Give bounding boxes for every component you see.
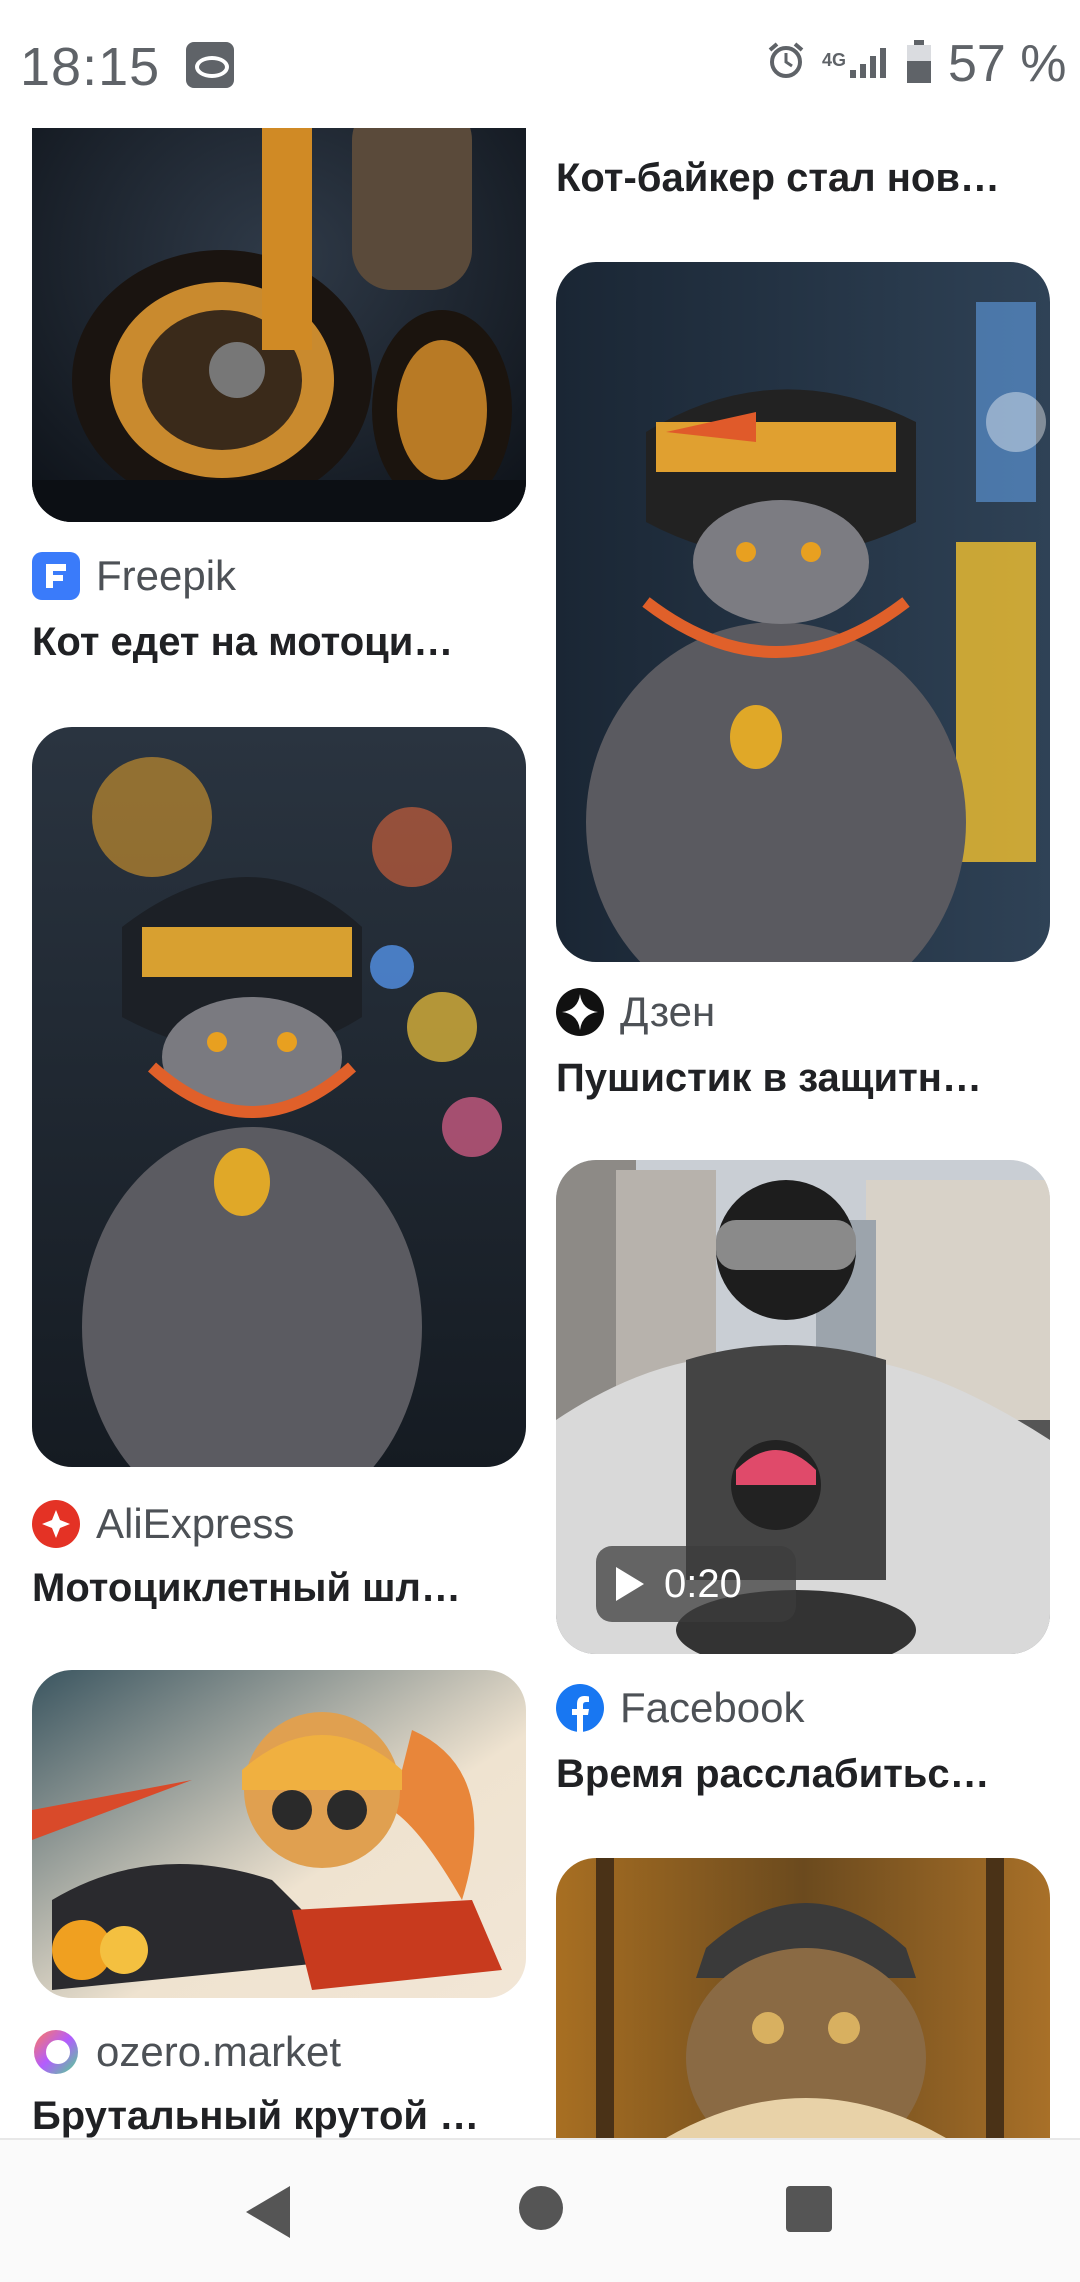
- result-source-label: ozero.market: [96, 2028, 342, 2075]
- home-icon[interactable]: [519, 2186, 563, 2230]
- system-navigation-bar: [0, 2138, 1080, 2282]
- status-time: 18:15: [20, 37, 161, 97]
- notification-app-icon: [186, 42, 234, 88]
- result-title[interactable]: Кот едет на мотоци…: [32, 620, 453, 665]
- result-title[interactable]: Брутальный крутой …: [32, 2094, 479, 2139]
- result-source[interactable]: Дзен: [556, 988, 715, 1036]
- network-type-label: 4G: [822, 50, 847, 70]
- ozero-market-logo-icon: [34, 2030, 78, 2074]
- result-source[interactable]: AliExpress: [32, 1500, 294, 1548]
- result-source[interactable]: Facebook: [556, 1684, 804, 1732]
- aliexpress-logo-icon: [32, 1500, 80, 1548]
- result-source-label: Дзен: [620, 988, 716, 1035]
- result-source[interactable]: Freepik: [32, 552, 236, 600]
- battery-icon: [907, 40, 931, 83]
- result-source-label: Freepik: [96, 552, 237, 599]
- result-image[interactable]: [32, 1670, 526, 1998]
- result-image[interactable]: [556, 1858, 1050, 2138]
- play-icon: [616, 1567, 644, 1601]
- status-bar: 18:15 4G 57 %: [0, 0, 1080, 128]
- dzen-logo-icon: [556, 988, 604, 1036]
- result-title[interactable]: Мотоциклетный шл…: [32, 1566, 461, 1611]
- back-icon[interactable]: [246, 2186, 290, 2238]
- video-duration: 0:20: [664, 1561, 742, 1606]
- recents-icon[interactable]: [786, 2186, 832, 2232]
- facebook-logo-icon: [556, 1684, 604, 1732]
- result-source[interactable]: ozero.market: [32, 2028, 341, 2076]
- signal-strength-icon: [850, 48, 886, 78]
- result-title[interactable]: Кот-байкер стал нов…: [556, 156, 1000, 201]
- video-duration-badge[interactable]: 0:20: [596, 1546, 796, 1622]
- alarm-icon: [768, 42, 804, 78]
- result-image[interactable]: [556, 262, 1050, 962]
- result-image[interactable]: [32, 80, 526, 522]
- freepik-logo-icon: [32, 552, 80, 600]
- result-title[interactable]: Пушистик в защитн…: [556, 1056, 982, 1101]
- result-source-label: AliExpress: [96, 1500, 295, 1547]
- result-image[interactable]: [32, 727, 526, 1467]
- result-source-label: Facebook: [620, 1684, 805, 1731]
- result-title[interactable]: Время расслабитьс…: [556, 1752, 990, 1797]
- battery-percent: 57 %: [948, 35, 1067, 93]
